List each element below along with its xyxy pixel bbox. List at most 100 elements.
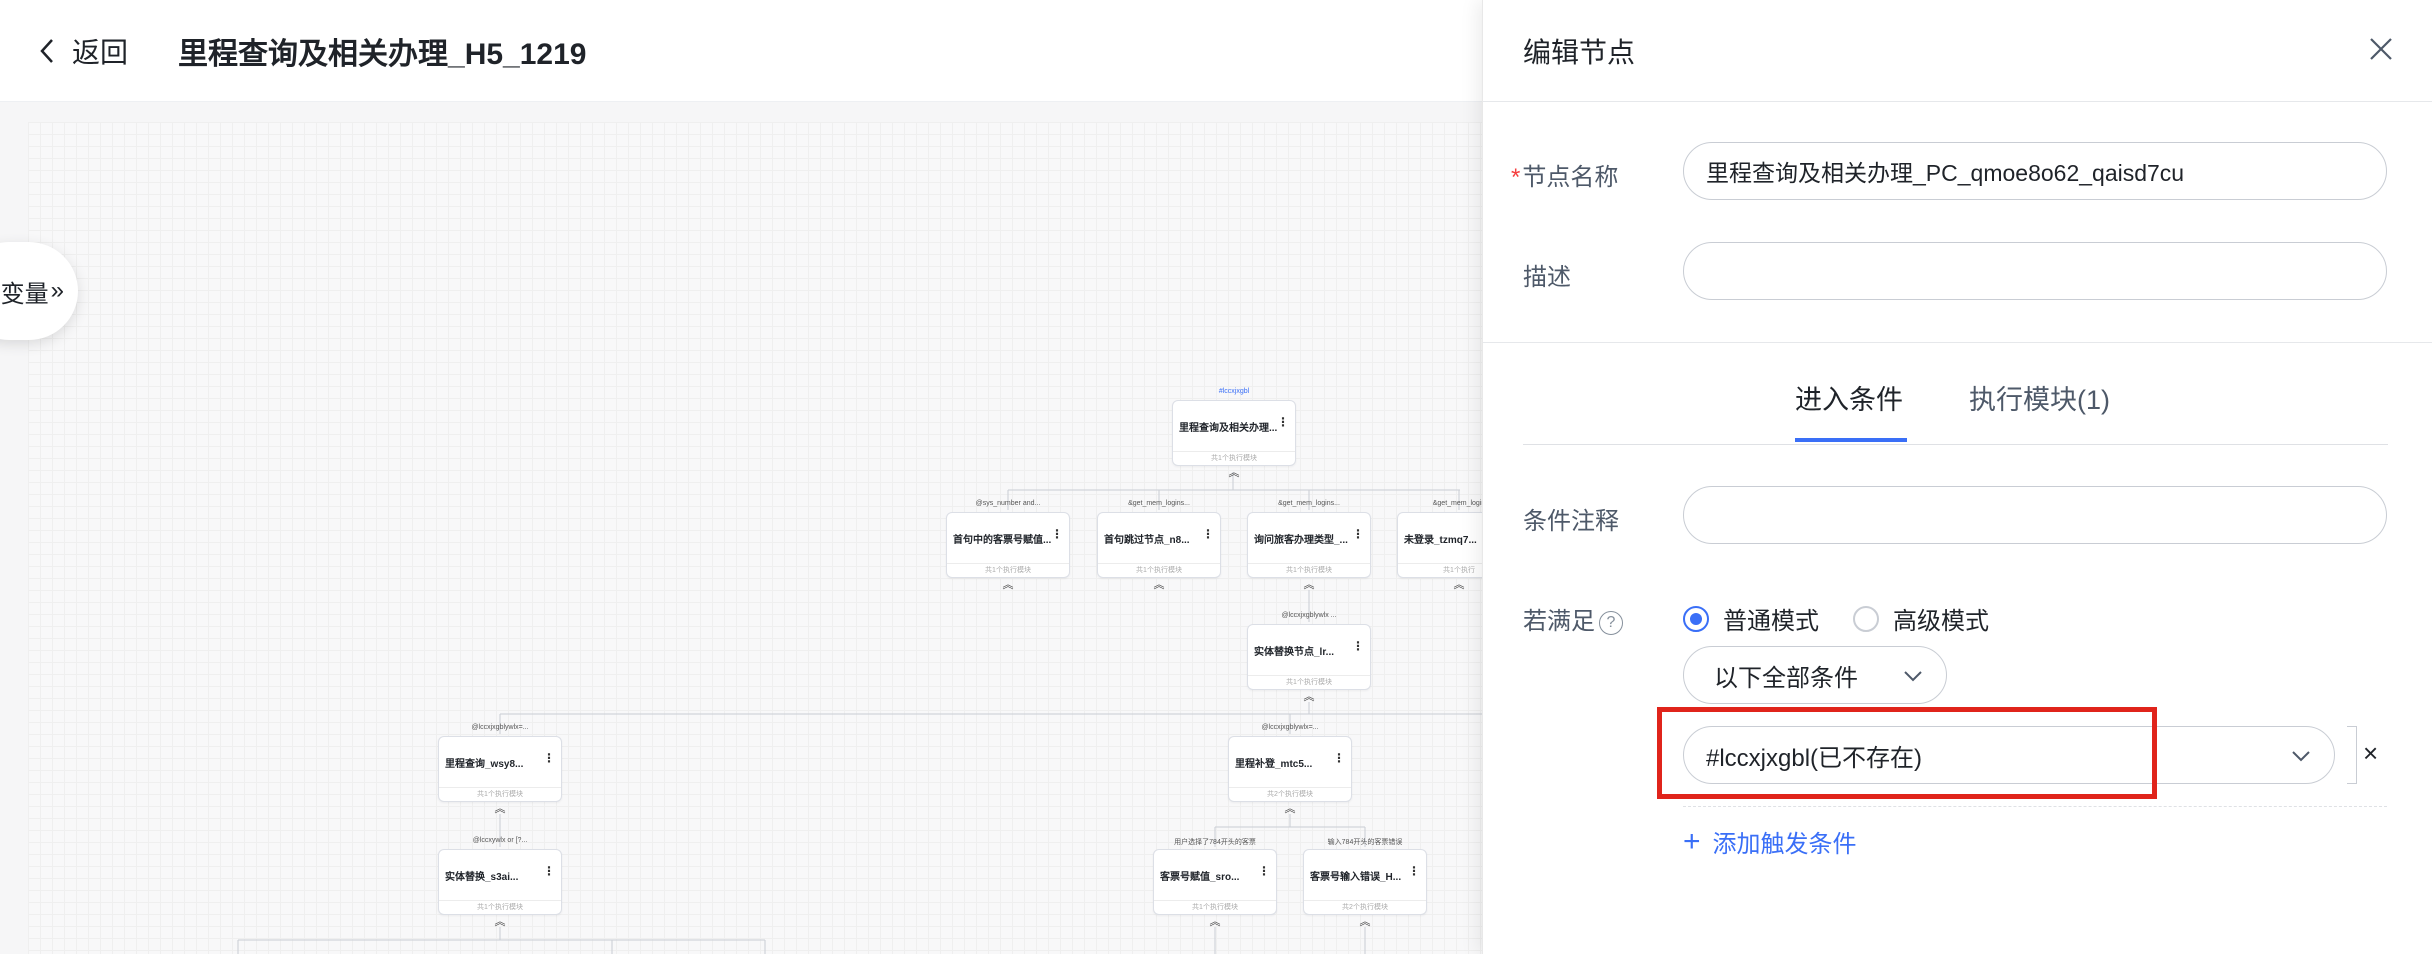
node-condition-label: 输入784开头的客票错误 [1327,839,1403,846]
node-condition-label: &get_mem_logins... [1278,500,1340,507]
radio-checked-icon [1683,605,1709,632]
back-button[interactable]: 返回 [32,31,128,71]
more-icon[interactable]: ⋮ [1258,864,1270,878]
flow-node[interactable]: 里程查询及相关办理... ⋮ 共1个执行模块 [1172,400,1296,466]
node-footer: 共1个执行模块 [1098,563,1220,577]
more-icon[interactable]: ⋮ [1352,527,1364,541]
chevron-down-icon [1904,671,1922,682]
collapse-icon[interactable]: ︽ [1154,580,1165,591]
tabs-baseline [1523,444,2388,445]
help-icon[interactable]: ? [1599,610,1623,635]
more-icon[interactable]: ⋮ [1202,527,1214,541]
flow-node[interactable]: 里程补登_mtc5... ⋮ 共2个执行模块 [1228,736,1352,802]
top-bar: 返回 里程查询及相关办理_H5_1219 [0,0,1482,102]
node-footer: 共1个执行模块 [439,900,561,914]
node-footer: 共1个执行模块 [947,563,1069,577]
node-footer: 共1个执行模块 [1248,675,1370,689]
edit-node-panel: 编辑节点 *节点名称 里程查询及相关办理_PC_qmoe8o62_qaisd7c… [1482,0,2432,954]
collapse-icon[interactable]: ︽ [495,917,506,928]
plus-icon: + [1683,824,1701,858]
collapse-icon[interactable]: ︽ [1304,692,1315,703]
node-condition-label: @lccxjxgblywlx=... [1261,724,1319,731]
flow-node[interactable]: 里程查询_wsy8... ⋮ 共1个执行模块 [438,736,562,802]
node-footer: 共2个执行模块 [1304,900,1426,914]
page-title: 里程查询及相关办理_H5_1219 [178,37,587,71]
collapse-icon[interactable]: ︽ [1210,917,1221,928]
tab-execution-modules[interactable]: 执行模块(1) [1969,378,2110,417]
condition-bracket [2347,726,2357,784]
more-icon[interactable]: ⋮ [543,864,555,878]
more-icon[interactable]: ⋮ [1352,639,1364,653]
collapse-icon[interactable]: ︽ [495,804,506,815]
close-icon[interactable] [2366,34,2396,64]
section-divider [1483,342,2432,343]
panel-header: 编辑节点 [1483,0,2432,102]
required-mark: * [1511,164,1521,191]
more-icon[interactable]: ⋮ [1277,415,1289,429]
flow-node[interactable]: 实体替换节点_lr... ⋮ 共1个执行模块 [1247,624,1371,690]
more-icon[interactable]: ⋮ [543,751,555,765]
satisfy-label: 若满足? [1523,601,1623,636]
more-icon[interactable]: ⋮ [1408,864,1420,878]
active-tab-underline [1795,438,1907,442]
collapse-icon[interactable]: ︽ [1285,804,1296,815]
condition-note-label: 条件注释 [1523,508,1619,535]
highlight-box [1657,707,2157,799]
node-name: 未登录_tzmq7... [1404,535,1477,546]
node-name: 实体替换_s3ai... [445,872,519,883]
flow-node[interactable]: 首句跳过节点_n8... ⋮ 共1个执行模块 [1097,512,1221,578]
flow-node[interactable]: 未登录_tzmq7...⋮共1个执行 [1397,512,1482,578]
collapse-icon[interactable]: ︽ [1360,917,1371,928]
node-footer: 共1个执行模块 [1154,900,1276,914]
node-name: 首句跳过节点_n8... [1104,535,1190,546]
remove-condition-icon[interactable]: × [2363,738,2378,769]
flow-node[interactable]: 首句中的客票号赋值... ⋮ 共1个执行模块 [946,512,1070,578]
node-name: 询问旅客办理类型_... [1254,535,1348,546]
description-input[interactable] [1683,242,2387,300]
node-footer: 共1个执行模块 [1173,451,1295,465]
node-footer: 共1个执行模块 [439,787,561,801]
node-footer: 共1个执行模块 [1248,563,1370,577]
description-label: 描述 [1523,264,1571,291]
flow-canvas[interactable]: #lccxjxgbl 里程查询及相关办理... ⋮ 共1个执行模块 ︽ @sys_numb… [0,102,1482,954]
radio-normal-mode[interactable]: 普通模式 [1683,601,1819,636]
match-mode-select[interactable]: 以下全部条件 [1683,646,1947,704]
flow-node[interactable]: 客票号输入错误_H... ⋮ 共2个执行模块 [1303,849,1427,915]
node-name: 里程补登_mtc5... [1235,759,1313,770]
node-name: 里程查询_wsy8... [445,759,524,770]
collapse-icon[interactable]: ︽ [1304,580,1315,591]
node-name: 客票号赋值_sro... [1160,872,1240,883]
node-footer: 共2个执行模块 [1229,787,1351,801]
more-icon[interactable]: ⋮ [1333,751,1345,765]
node-condition-label: &get_mem_logins... [1128,500,1190,507]
collapse-icon[interactable]: ︽ [1003,580,1014,591]
flow-node[interactable]: 客票号赋值_sro... ⋮ 共1个执行模块 [1153,849,1277,915]
tab-entry-conditions[interactable]: 进入条件 [1795,378,1903,417]
more-icon[interactable]: ⋮ [1051,527,1063,541]
condition-note-input[interactable] [1683,486,2387,544]
back-label: 返回 [72,36,129,68]
node-name: 里程查询及相关办理... [1179,423,1277,434]
flow-node[interactable]: 询问旅客办理类型_... ⋮ 共1个执行模块 [1247,512,1371,578]
add-trigger-condition-button[interactable]: + 添加触发条件 [1683,824,1857,859]
panel-title: 编辑节点 [1523,36,1636,68]
collapse-icon[interactable]: ︽ [1229,468,1240,479]
node-name: 实体替换节点_lr... [1254,647,1335,658]
node-name: 客票号输入错误_H... [1310,872,1402,883]
radio-advanced-mode[interactable]: 高级模式 [1853,601,1989,636]
node-name-input[interactable]: 里程查询及相关办理_PC_qmoe8o62_qaisd7cu [1683,142,2387,200]
dashed-divider [1683,806,2387,807]
node-name-label: *节点名称 [1511,164,1619,191]
node-condition-label: @lccxjxgblywlx=... [471,724,529,731]
collapse-icon[interactable]: ︽ [1454,580,1465,591]
double-chevron-right-icon: » [50,277,64,304]
flow-node[interactable]: 实体替换_s3ai... ⋮ 共1个执行模块 [438,849,562,915]
node-condition-label: &get_mem_login [1432,500,1482,507]
node-condition-label: @lccxjxgblywlx ... [1281,612,1337,619]
node-condition-label: @lccxywlx or [?... [472,837,528,844]
radio-unchecked-icon [1853,605,1879,632]
node-name: 首句中的客票号赋值... [953,535,1051,546]
variables-label: 变量 [0,280,49,308]
node-condition-label: #lccxjxgbl [1218,388,1250,395]
node-condition-label: 用户选择了784开头的客票 [1174,839,1256,846]
